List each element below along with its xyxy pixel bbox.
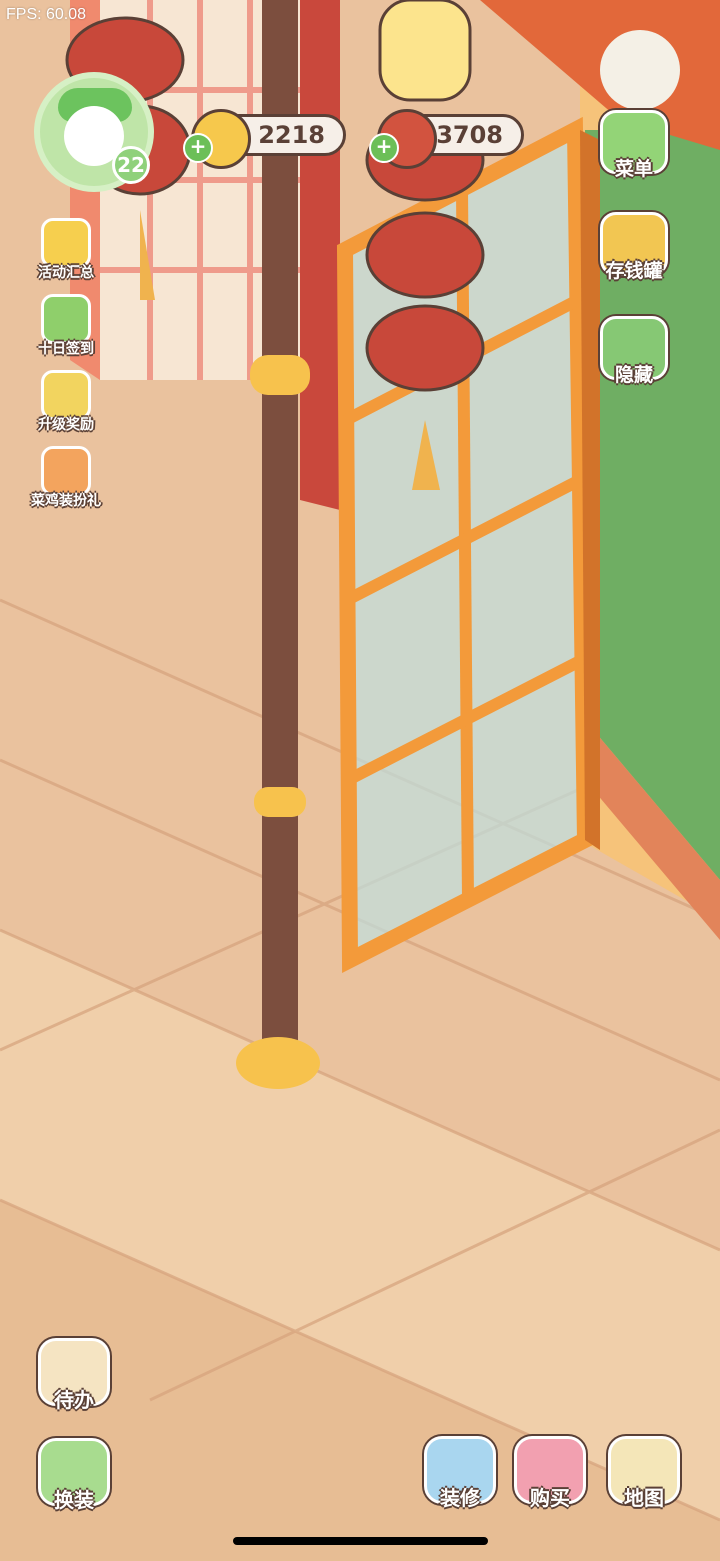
change-outfit-button[interactable]: 换装	[32, 1438, 116, 1513]
hide-ui-label: 隐藏	[614, 364, 653, 386]
coin-counter[interactable]: + 2218	[183, 109, 346, 169]
level-reward-button[interactable]: 升级奖励	[24, 370, 108, 434]
tomato-amount: 3708	[436, 121, 503, 149]
change-outfit-label: 换装	[54, 1488, 94, 1512]
event-summary-icon	[41, 218, 91, 268]
add-coin-button[interactable]: +	[183, 133, 213, 163]
player-level-badge: 22	[112, 146, 150, 184]
coin-amount: 2218	[258, 121, 325, 149]
map-label: 地图	[624, 1486, 664, 1510]
piggy-bank-button[interactable]: 存钱罐	[594, 212, 674, 283]
player-avatar[interactable]: 22	[34, 72, 154, 192]
shop-button[interactable]: 购买	[508, 1436, 592, 1511]
ten-day-checkin-label: 十日签到	[38, 341, 94, 357]
dressup-gift-label: 菜鸡装扮礼	[31, 493, 101, 509]
decorate-button[interactable]: 装修	[418, 1436, 502, 1511]
level-reward-label: 升级奖励	[38, 417, 94, 433]
tomato-counter[interactable]: + 3708	[369, 109, 524, 169]
fps-counter: FPS: 60.08	[6, 6, 87, 23]
menu-button[interactable]: 菜单	[594, 110, 674, 181]
shop-label: 购买	[530, 1486, 570, 1510]
map-button[interactable]: 地图	[602, 1436, 686, 1511]
todo-button[interactable]: 待办	[32, 1338, 116, 1413]
dressup-gift-icon	[41, 446, 91, 496]
event-summary-button[interactable]: 活动汇总	[24, 218, 108, 282]
home-indicator[interactable]	[233, 1537, 488, 1545]
event-summary-label: 活动汇总	[38, 265, 94, 281]
piggy-bank-label: 存钱罐	[605, 260, 663, 282]
ten-day-checkin-icon	[41, 294, 91, 344]
decorate-label: 装修	[440, 1486, 480, 1510]
add-tomato-button[interactable]: +	[369, 133, 399, 163]
menu-label: 菜单	[614, 158, 653, 180]
ten-day-checkin-button[interactable]: 十日签到	[24, 294, 108, 358]
dressup-gift-button[interactable]: 菜鸡装扮礼	[24, 446, 108, 510]
level-reward-icon	[41, 370, 91, 420]
todo-label: 待办	[54, 1388, 94, 1412]
hide-ui-button[interactable]: 隐藏	[594, 316, 674, 387]
